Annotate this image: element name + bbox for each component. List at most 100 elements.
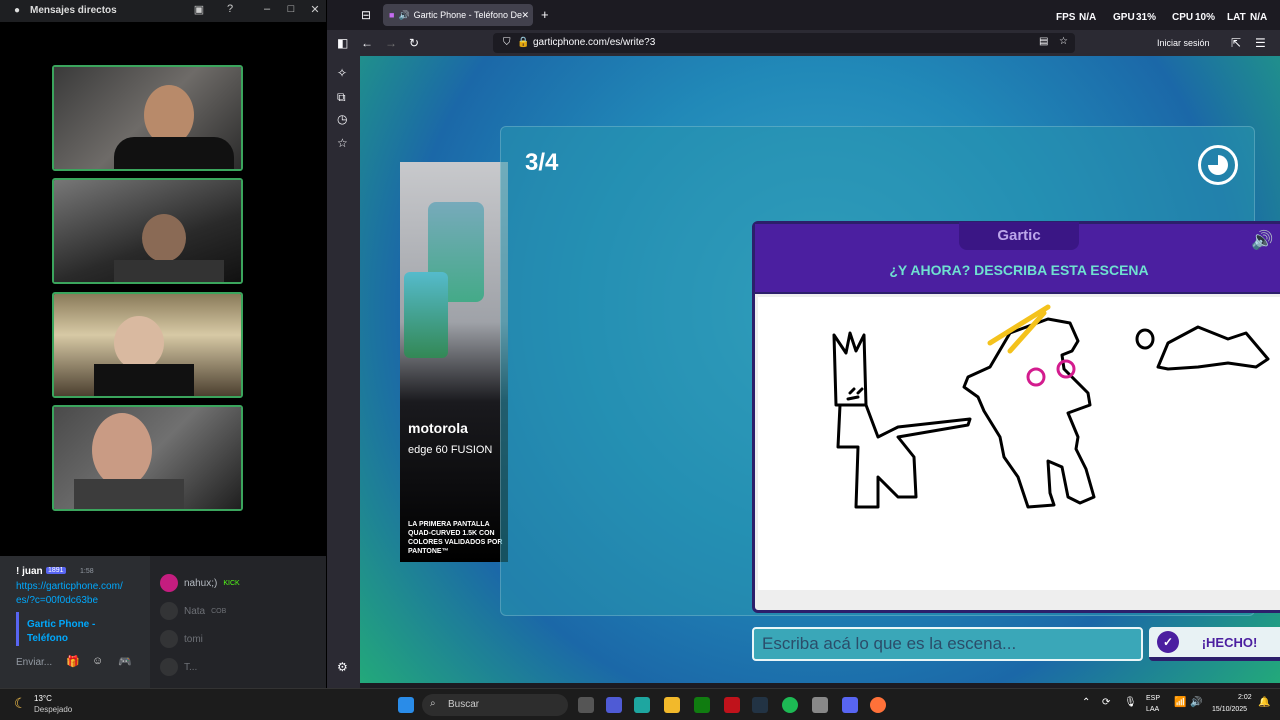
discord-chat: ! juan 1891 1:58 https://garticphone.com… xyxy=(0,556,326,688)
reload-icon[interactable]: ↻ xyxy=(409,36,419,50)
tab-title: Gartic Phone - Teléfono De xyxy=(413,10,523,20)
member-tag: COB xyxy=(211,607,227,615)
shield-icon[interactable]: ⛉ xyxy=(503,37,511,48)
discord-taskbar-icon[interactable] xyxy=(842,697,858,713)
message-link[interactable]: https://garticphone.com/es/?c=00f0dc63be xyxy=(16,580,128,608)
back-icon[interactable]: ← xyxy=(361,36,373,50)
synced-tabs-icon[interactable]: ⧉ xyxy=(337,90,346,105)
file-explorer-icon[interactable] xyxy=(664,697,680,713)
figure-left-body xyxy=(836,403,972,509)
task-view-icon[interactable] xyxy=(578,697,594,713)
message-author[interactable]: ! juan xyxy=(16,566,43,577)
sound-icon[interactable]: 🔊 xyxy=(1251,230,1273,251)
figure-right xyxy=(962,317,1096,509)
xbox-icon[interactable] xyxy=(694,697,710,713)
forward-icon[interactable]: → xyxy=(385,36,397,50)
minimize-button[interactable]: – xyxy=(258,3,276,15)
language-layout[interactable]: LAA xyxy=(1146,706,1159,713)
member-item[interactable]: Nata COB xyxy=(160,602,226,620)
steam-icon[interactable] xyxy=(752,697,768,713)
member-name: T... xyxy=(184,661,198,673)
pink-circle xyxy=(1026,367,1046,387)
tab-overview-icon[interactable]: ⊟ xyxy=(361,8,371,22)
volume-icon[interactable]: 🔊 xyxy=(1190,697,1202,708)
avatar xyxy=(160,658,178,676)
drawing xyxy=(832,304,1270,509)
lat-value: N/A xyxy=(1250,12,1268,23)
spotify-icon[interactable] xyxy=(782,697,798,713)
sidebar-toggle-icon[interactable]: ◧ xyxy=(337,36,348,50)
message-input[interactable]: Enviar... xyxy=(16,657,52,668)
face xyxy=(846,387,864,401)
ai-icon[interactable]: ✧ xyxy=(337,66,347,80)
tray-app-icon[interactable]: ⟳ xyxy=(1102,697,1110,708)
embed-title[interactable]: Gartic Phone - Teléfono xyxy=(27,618,117,646)
gpu-label: GPU xyxy=(1113,12,1135,23)
video-tile-1[interactable] xyxy=(52,65,243,171)
tab-gartic[interactable]: ■ 🔊 Gartic Phone - Teléfono De ✕ xyxy=(383,4,533,26)
teams-icon[interactable] xyxy=(606,697,622,713)
opera-icon[interactable] xyxy=(724,697,740,713)
close-button[interactable]: ✕ xyxy=(306,3,324,16)
gift-icon[interactable]: 🎁 xyxy=(66,655,80,668)
clock-date[interactable]: 15/10/2025 xyxy=(1212,706,1247,713)
fps-label: FPS xyxy=(1056,12,1076,23)
url-text[interactable]: garticphone.com/es/write?3 xyxy=(533,37,655,48)
window-title: Mensajes directos xyxy=(30,5,117,16)
weather-icon[interactable]: ☾ xyxy=(14,695,27,712)
advertisement[interactable]: motorola edge 60 FUSION LA PRIMERA PANTA… xyxy=(400,162,508,562)
video-tile-4[interactable] xyxy=(52,405,243,511)
discord-titlebar: ● Mensajes directos ▣ ? – □ ✕ xyxy=(0,0,326,22)
tray-chevron-icon[interactable]: ⌃ xyxy=(1082,697,1090,708)
description-input[interactable]: Escriba acá lo que es la escena... xyxy=(752,627,1143,661)
extensions-icon[interactable]: ⇱ xyxy=(1231,36,1241,50)
bookmarks-icon[interactable]: ☆ xyxy=(337,136,348,150)
member-item[interactable]: nahux;) KICK xyxy=(160,574,240,592)
bookmark-icon[interactable]: ☆ xyxy=(1059,36,1068,47)
mouse-cursor-icon: ➤ xyxy=(1162,476,1174,492)
fps-value: N/A xyxy=(1079,12,1097,23)
lock-icon[interactable]: 🔒 xyxy=(517,37,529,48)
signin-button[interactable]: Iniciar sesión xyxy=(1157,38,1210,48)
inbox-icon[interactable]: ▣ xyxy=(190,3,208,16)
member-item[interactable]: T... xyxy=(160,658,197,676)
language-code[interactable]: ESP xyxy=(1146,695,1160,702)
app-icon[interactable] xyxy=(812,697,828,713)
check-icon: ✓ xyxy=(1157,631,1179,653)
done-button[interactable]: ✓ ¡HECHO! xyxy=(1149,627,1280,661)
url-bar[interactable]: ⛉ 🔒 garticphone.com/es/write?3 ▤ ☆ xyxy=(493,33,1075,53)
cpu-value: 10% xyxy=(1195,12,1216,23)
taskbar-search[interactable]: ⌕ Buscar xyxy=(422,694,568,716)
avatar xyxy=(160,602,178,620)
reader-icon[interactable]: ▤ xyxy=(1039,36,1048,47)
new-tab-icon[interactable]: + xyxy=(541,7,549,22)
member-item[interactable]: tomi xyxy=(160,630,203,648)
video-tile-3[interactable] xyxy=(52,292,243,398)
avatar xyxy=(160,630,178,648)
menu-icon[interactable]: ☰ xyxy=(1255,36,1266,50)
settings-icon[interactable]: ⚙ xyxy=(337,660,348,674)
windows-start-icon[interactable] xyxy=(398,697,414,713)
cpu-label: CPU xyxy=(1172,12,1194,23)
tab-strip: ⊟ ■ 🔊 Gartic Phone - Teléfono De ✕ + FPS… xyxy=(327,0,1280,30)
mic-icon[interactable]: 🎙 xyxy=(1124,697,1137,708)
history-icon[interactable]: ◷ xyxy=(337,112,347,126)
wifi-icon[interactable]: 📶 xyxy=(1174,697,1186,708)
emoji-icon[interactable]: ☺ xyxy=(92,655,103,667)
help-icon[interactable]: ? xyxy=(221,3,239,15)
link-embed[interactable]: Gartic Phone - Teléfono xyxy=(16,612,124,646)
notification-icon[interactable]: 🔔 xyxy=(1258,697,1270,708)
search-icon: ⌕ xyxy=(430,698,436,709)
round-counter: 3/4 xyxy=(525,149,559,176)
firefox-icon[interactable] xyxy=(870,697,886,713)
copilot-icon[interactable] xyxy=(634,697,650,713)
audio-icon[interactable]: 🔊 xyxy=(398,10,409,21)
close-tab-icon[interactable]: ✕ xyxy=(521,10,529,21)
clock-time[interactable]: 2:02 xyxy=(1238,694,1252,701)
video-tile-2[interactable] xyxy=(52,178,243,284)
gpu-value: 31% xyxy=(1136,12,1157,23)
member-name: nahux;) xyxy=(184,577,218,589)
gartic-logo: Gartic xyxy=(959,222,1079,250)
gamepad-icon[interactable]: 🎮 xyxy=(118,655,132,668)
maximize-button[interactable]: □ xyxy=(282,3,300,15)
